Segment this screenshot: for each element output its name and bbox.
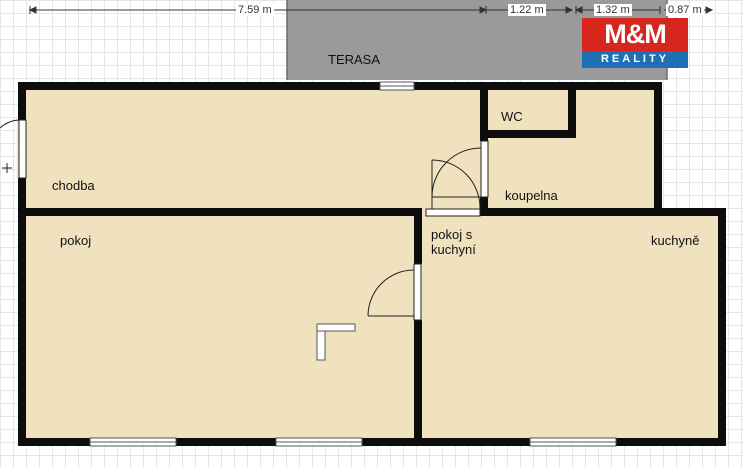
wall-right-upper [654, 82, 662, 216]
dimension-seg3: 0.87 m [666, 4, 704, 16]
company-logo: M&M REALITY [582, 18, 688, 68]
wall-right-lower [718, 208, 726, 446]
wall-wc-bottom [480, 130, 576, 138]
wall-pokoj-kuchyne [414, 208, 422, 446]
wall-wc-right [568, 82, 576, 138]
wall-top [18, 82, 662, 90]
room-label-koupelna: koupelna [505, 188, 558, 203]
room-label-wc: WC [501, 109, 523, 124]
room-label-kuchyne: kuchyně [651, 233, 700, 248]
wall-step [654, 208, 726, 216]
window-top [379, 81, 415, 91]
floor-chodba [22, 86, 658, 216]
room-label-pokoj-s: pokoj s [431, 227, 473, 242]
plus-icon [2, 163, 12, 173]
room-label-pokoj: pokoj [60, 233, 92, 248]
window-bottom-2 [275, 437, 363, 447]
dimension-seg2: 1.32 m [594, 4, 632, 16]
door-entrance [0, 119, 27, 179]
logo-mm: M&M [582, 18, 688, 51]
room-label-kuchyni: kuchyní [431, 242, 476, 257]
wall-chodba-pokoj [18, 208, 422, 216]
dimension-total: 7.59 m [236, 4, 274, 16]
floor-plan [0, 0, 726, 447]
window-bottom-3 [529, 437, 617, 447]
room-label-terasa: TERASA [328, 52, 381, 67]
window-bottom-1 [89, 437, 177, 447]
logo-reality: REALITY [582, 51, 688, 68]
room-label-chodba: chodba [52, 178, 95, 193]
wall-koupelna-bottom [480, 208, 658, 216]
dimension-seg1: 1.22 m [508, 4, 546, 16]
